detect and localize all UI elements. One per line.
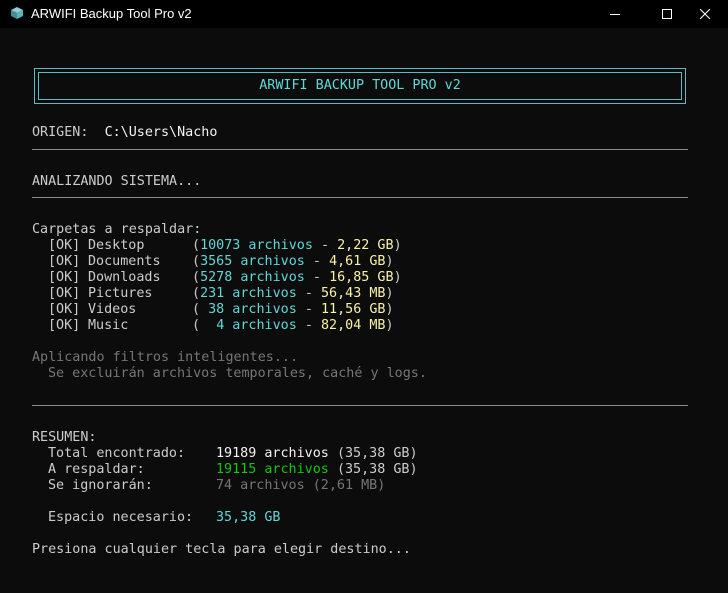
separator <box>32 197 688 198</box>
folder-name: Pictures <box>88 286 153 301</box>
summary-total-label: Total encontrado: <box>48 446 186 461</box>
folder-count: 5278 archivos <box>200 270 305 285</box>
total-count: 19189 archivos <box>216 446 329 461</box>
filters-detail: Se excluirán archivos temporales, caché … <box>48 366 427 381</box>
separator <box>32 149 688 150</box>
backup-size: (35,38 GB) <box>336 462 418 477</box>
folder-dash: - <box>296 318 321 333</box>
close-button[interactable] <box>682 0 728 28</box>
folder-status: [OK] <box>48 254 81 269</box>
summary-space-value: 35,38 GB <box>216 510 281 525</box>
folder-open-paren: ( <box>192 302 209 317</box>
folder-name: Desktop <box>88 238 145 253</box>
folder-detail: ( 38 archivos - 11,56 GB) <box>192 302 394 318</box>
window-title: ARWIFI Backup Tool Pro v2 <box>31 6 192 21</box>
folder-close-paren: ) <box>385 318 394 333</box>
folder-close-paren: ) <box>385 254 394 269</box>
folder-close-paren: ) <box>385 302 394 317</box>
summary-ignored-label: Se ignorarán: <box>48 478 153 493</box>
folder-size: 16,85 GB <box>329 270 394 285</box>
folder-size: 82,04 MB <box>321 318 386 333</box>
folder-size: 4,61 GB <box>329 254 386 269</box>
folder-size: 11,56 GB <box>321 302 386 317</box>
folder-status: [OK] <box>48 286 81 301</box>
continue-prompt: Presiona cualquier tecla para elegir des… <box>32 542 411 557</box>
folder-dash: - <box>296 286 321 301</box>
folder-detail: (5278 archivos - 16,85 GB) <box>192 270 402 286</box>
backup-count: 19115 archivos <box>216 462 329 477</box>
folder-open-paren: ( <box>192 254 201 269</box>
folder-open-paren: ( <box>192 286 201 301</box>
folder-status: [OK] <box>48 238 81 253</box>
separator <box>32 405 688 406</box>
folder-close-paren: ) <box>393 270 402 285</box>
folder-status: [OK] <box>48 270 81 285</box>
folder-detail: (3565 archivos - 4,61 GB) <box>192 254 394 270</box>
summary-space-label: Espacio necesario: <box>48 510 194 525</box>
folder-dash: - <box>304 270 330 285</box>
ignored-count: 74 archivos <box>216 478 305 493</box>
folders-heading: Carpetas a respaldar: <box>32 222 202 237</box>
folder-name: Music <box>88 318 129 333</box>
folder-name: Videos <box>88 302 137 317</box>
folder-detail: (10073 archivos - 2,22 GB) <box>192 238 402 254</box>
folder-count: 38 archivos <box>208 302 297 317</box>
folder-open-paren: ( <box>192 318 217 333</box>
console-output[interactable]: ARWIFI BACKUP TOOL PRO v2 ORIGEN: C:\Use… <box>0 28 728 593</box>
summary-backup-value: 19115 archivos (35,38 GB) <box>216 462 418 478</box>
folder-open-paren: ( <box>192 270 201 285</box>
summary-backup-label: A respaldar: <box>48 462 145 477</box>
folder-status: [OK] <box>48 318 81 333</box>
minimize-button[interactable] <box>592 0 638 28</box>
folder-close-paren: ) <box>393 238 402 253</box>
folder-count: 3565 archivos <box>200 254 305 269</box>
folder-dash: - <box>296 302 321 317</box>
origin-line: ORIGEN: C:\Users\Nacho <box>32 125 217 141</box>
folder-status: [OK] <box>48 302 81 317</box>
close-icon <box>700 9 710 19</box>
total-size: (35,38 GB) <box>336 446 418 461</box>
folder-detail: (231 archivos - 56,43 MB) <box>192 286 394 302</box>
summary-heading: RESUMEN: <box>32 430 97 445</box>
folder-count: 4 archivos <box>216 318 297 333</box>
folder-close-paren: ) <box>385 286 394 301</box>
folder-open-paren: ( <box>192 238 201 253</box>
folder-detail: ( 4 archivos - 82,04 MB) <box>192 318 394 334</box>
terminal-app-icon <box>10 6 24 20</box>
folder-count: 10073 archivos <box>200 238 313 253</box>
minimize-icon <box>610 14 620 15</box>
summary-ignored-value: 74 archivos (2,61 MB) <box>216 478 385 494</box>
folder-count: 231 archivos <box>200 286 297 301</box>
folder-dash: - <box>304 254 330 269</box>
origin-label: ORIGEN: <box>32 125 89 140</box>
banner-title: ARWIFI BACKUP TOOL PRO v2 <box>259 78 461 93</box>
title-bar[interactable]: ARWIFI Backup Tool Pro v2 <box>0 0 728 28</box>
ignored-size: (2,61 MB) <box>312 478 386 493</box>
folder-dash: - <box>312 238 338 253</box>
filters-title: Aplicando filtros inteligentes... <box>32 350 299 365</box>
folder-name: Documents <box>88 254 161 269</box>
folder-name: Downloads <box>88 270 161 285</box>
folder-size: 56,43 MB <box>321 286 386 301</box>
maximize-icon <box>662 9 672 19</box>
summary-total-value: 19189 archivos (35,38 GB) <box>216 446 418 462</box>
analyzing-line: ANALIZANDO SISTEMA... <box>32 174 202 189</box>
origin-path: C:\Users\Nacho <box>104 125 218 140</box>
folder-size: 2,22 GB <box>337 238 394 253</box>
banner-box: ARWIFI BACKUP TOOL PRO v2 <box>34 68 686 104</box>
